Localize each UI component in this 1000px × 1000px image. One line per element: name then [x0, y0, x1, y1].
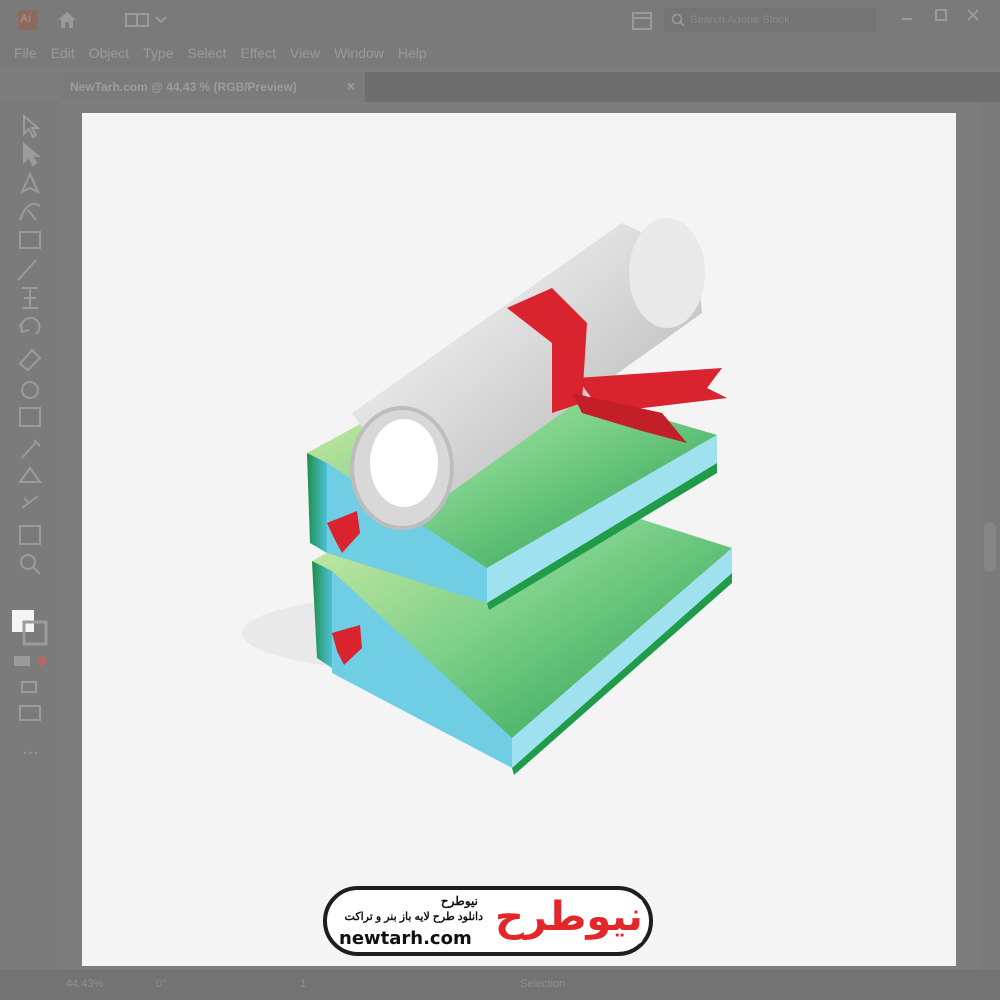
- artboard-number[interactable]: 1: [300, 978, 306, 990]
- screen-mode-icon: [19, 705, 41, 721]
- workspace-switcher-icon[interactable]: [124, 12, 170, 28]
- books-diploma-illustration: [242, 218, 732, 775]
- menu-help[interactable]: Help: [391, 45, 434, 61]
- search-stock-input[interactable]: Search Adobe Stock: [664, 8, 876, 32]
- color-mode-icon: [14, 656, 30, 666]
- paintbrush-tool-icon: [17, 259, 37, 281]
- menu-type[interactable]: Type: [136, 45, 180, 61]
- menu-bar: File Edit Object Type Select Effect View…: [0, 40, 1000, 66]
- rotate-tool-icon: [19, 316, 41, 335]
- search-icon: [671, 13, 685, 27]
- menu-window[interactable]: Window: [327, 45, 391, 61]
- close-tab-icon[interactable]: ×: [337, 78, 355, 94]
- menu-object[interactable]: Object: [82, 45, 136, 61]
- eyedropper-tool-icon: [21, 439, 41, 459]
- watermark-url: newtarh.com: [339, 928, 472, 949]
- gradient-tool-icon: [19, 407, 41, 427]
- vertical-scrollbar[interactable]: [980, 102, 1000, 970]
- scrollbar-thumb[interactable]: [984, 522, 996, 572]
- current-tool[interactable]: Selection: [520, 978, 565, 990]
- menu-view[interactable]: View: [283, 45, 327, 61]
- watermark-name: نیوطرح: [440, 894, 478, 908]
- artboard-tool-icon: [19, 525, 41, 545]
- restore-icon[interactable]: [934, 8, 948, 22]
- eraser-tool-icon: [18, 348, 42, 372]
- status-bar: 44.43% 0° 1 Selection: [0, 970, 1000, 1000]
- zoom-tool-icon: [20, 554, 36, 570]
- watermark-tagline: دانلود طرح لایه باز بنر و تراکت: [344, 911, 483, 923]
- more-tools-icon: ...: [22, 738, 39, 759]
- document-tab[interactable]: NewTarh.com @ 44.43 % (RGB/Preview) ×: [60, 72, 365, 102]
- menu-edit[interactable]: Edit: [44, 45, 82, 61]
- selection-tool-icon: [23, 113, 41, 139]
- home-icon[interactable]: [56, 10, 78, 30]
- document-tab-title: NewTarh.com @ 44.43 % (RGB/Preview): [70, 80, 297, 94]
- pen-tool-icon: [19, 171, 41, 195]
- app-logo: Ai: [18, 10, 38, 30]
- tools-panel: ...: [0, 102, 60, 970]
- zoom-level[interactable]: 44.43%: [66, 978, 103, 990]
- menu-select[interactable]: Select: [181, 45, 234, 61]
- shape-builder-tool-icon: [21, 381, 39, 399]
- rotation-value[interactable]: 0°: [156, 978, 167, 990]
- curvature-tool-icon: [19, 202, 41, 221]
- minimize-icon[interactable]: [900, 12, 914, 26]
- watermark-brand: نیوطرح: [495, 894, 643, 940]
- rectangle-tool-icon: [19, 231, 41, 249]
- menu-effect[interactable]: Effect: [233, 45, 283, 61]
- none-color-icon: [37, 656, 47, 666]
- symbol-sprayer-tool-icon: [21, 495, 39, 509]
- close-window-icon[interactable]: [966, 8, 980, 22]
- width-tool-icon: [22, 287, 38, 309]
- direct-selection-tool-icon: [23, 141, 41, 167]
- blend-tool-icon: [18, 466, 42, 483]
- tools-icons: ...: [12, 113, 48, 759]
- menu-file[interactable]: File: [0, 45, 44, 61]
- artboard[interactable]: نیوطرح دانلود طرح لایه باز بنر و تراکت n…: [82, 113, 956, 966]
- draw-mode-icon: [21, 681, 37, 693]
- arrange-documents-icon[interactable]: [632, 12, 652, 30]
- title-bar: Ai Search Adobe Stock: [0, 0, 1000, 40]
- newtarh-watermark: نیوطرح دانلود طرح لایه باز بنر و تراکت n…: [323, 886, 653, 956]
- document-tab-bar: NewTarh.com @ 44.43 % (RGB/Preview) ×: [60, 72, 1000, 102]
